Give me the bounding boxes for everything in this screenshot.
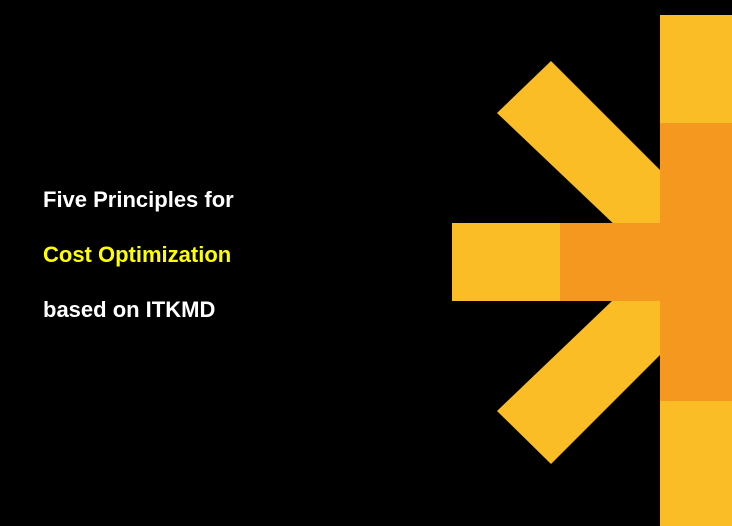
logo-bar-bottom [660, 401, 732, 526]
logo-bar-top [660, 15, 732, 123]
slide: Five Principles for Cost Optimization ba… [0, 0, 732, 526]
sunburst-logo-icon [452, 15, 732, 526]
logo-bar-middle [660, 123, 732, 401]
logo-arm-horizontal-inner [560, 223, 660, 301]
logo-arm-horizontal-tip [452, 223, 562, 301]
